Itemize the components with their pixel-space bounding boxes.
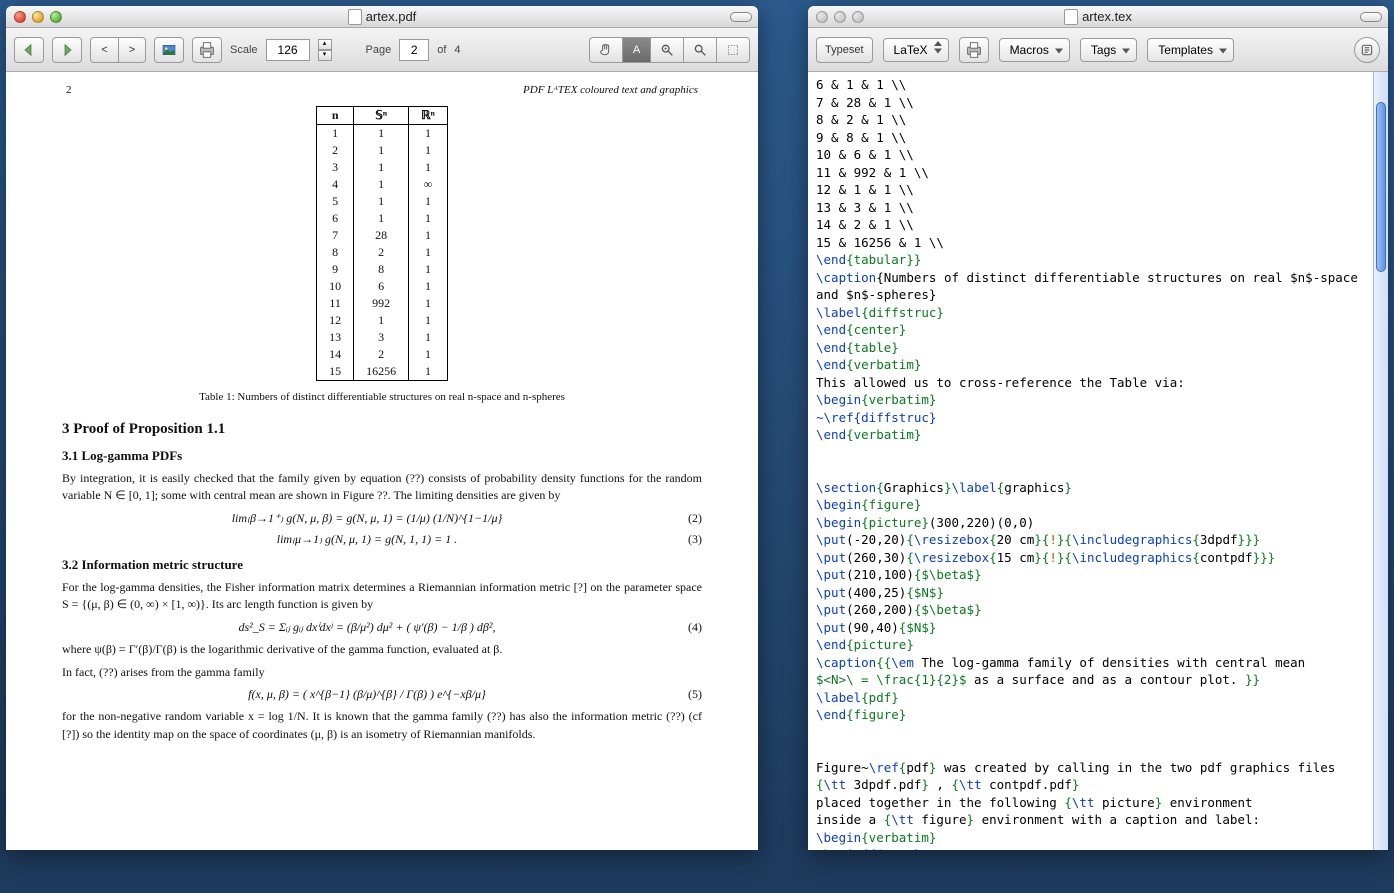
tags-dropdown[interactable]: Tags (1080, 38, 1137, 62)
equation-number: (4) (672, 620, 702, 635)
source-editor[interactable]: 6 & 1 & 1 \\ 7 & 28 & 1 \\ 8 & 2 & 1 \\ … (808, 72, 1388, 850)
window-title: artex.pdf (6, 9, 758, 25)
page-input[interactable] (399, 39, 429, 61)
titlebar[interactable]: artex.tex (808, 6, 1388, 28)
titlebar[interactable]: artex.pdf (6, 6, 758, 28)
pdf-toolbar: < > Scale ▴▾ Page of 4 A (6, 28, 758, 72)
paragraph: In fact, (??) arises from the gamma fami… (62, 664, 702, 681)
structures-table: n𝕊ⁿℝⁿ 11121131141∞5116117281821981106111… (316, 106, 448, 381)
prev-view-button[interactable]: < (90, 37, 118, 63)
subsection-heading: 3.2 Information metric structure (62, 557, 702, 573)
paragraph: By integration, it is easily checked tha… (62, 470, 702, 505)
toolbar-toggle-icon[interactable] (1360, 12, 1382, 22)
page-label: Page (366, 44, 392, 56)
typeset-button[interactable]: Typeset (816, 37, 873, 63)
scrollbar[interactable] (1373, 72, 1388, 850)
equation: lim₍β→1⁺₎ g(N, μ, β) = g(N, μ, 1) = (1/μ… (62, 511, 672, 526)
paragraph: for the non-negative random variable x =… (62, 708, 702, 743)
editor-toolbar: Typeset LaTeX Macros Tags Templates (808, 28, 1388, 72)
section-heading: 3 Proof of Proposition 1.1 (62, 421, 702, 438)
forward-button[interactable] (52, 37, 82, 63)
scale-stepper[interactable]: ▴▾ (318, 39, 332, 61)
pdf-content[interactable]: 2 PDF LᴬTEX coloured text and graphics n… (6, 72, 758, 850)
paragraph: For the log-gamma densities, the Fisher … (62, 579, 702, 614)
engine-dropdown[interactable]: LaTeX (883, 38, 949, 62)
scrollbar-thumb[interactable] (1376, 102, 1386, 272)
marquee-tool-button[interactable] (716, 37, 750, 63)
equation: lim₍μ→1₎ g(N, μ, 1) = g(N, 1, 1) = 1 . (62, 532, 672, 547)
back-button[interactable] (14, 37, 44, 63)
show-console-button[interactable] (1354, 37, 1380, 63)
nav-history-group: < > (90, 37, 146, 63)
close-icon[interactable] (816, 11, 828, 23)
window-title: artex.tex (808, 9, 1388, 25)
source-code[interactable]: 6 & 1 & 1 \\ 7 & 28 & 1 \\ 8 & 2 & 1 \\ … (816, 76, 1386, 850)
scale-input[interactable] (266, 39, 310, 61)
table-caption: Table 1: Numbers of distinct differentia… (62, 391, 702, 403)
print-button[interactable] (192, 37, 222, 63)
text-select-tool-button[interactable]: A (622, 37, 650, 63)
equation-number: (2) (672, 511, 702, 526)
equation-number: (3) (672, 532, 702, 547)
toolbar-toggle-icon[interactable] (730, 12, 752, 22)
print-button[interactable] (959, 37, 989, 63)
next-view-button[interactable]: > (118, 37, 146, 63)
total-pages: 4 (454, 44, 460, 56)
of-label: of (437, 44, 446, 56)
subsection-heading: 3.1 Log-gamma PDFs (62, 448, 702, 464)
document-icon (348, 9, 362, 25)
page-number: 2 (66, 84, 72, 96)
equation: f(x, μ, β) = ( x^{β−1} (β/μ)^{β} / Γ(β) … (62, 687, 672, 702)
thumbnail-button[interactable] (154, 37, 184, 63)
macros-dropdown[interactable]: Macros (999, 38, 1070, 62)
minimize-icon[interactable] (834, 11, 846, 23)
source-editor-window: artex.tex Typeset LaTeX Macros Tags Temp… (808, 6, 1388, 850)
running-head: PDF LᴬTEX coloured text and graphics (523, 84, 698, 96)
scale-label: Scale (230, 44, 258, 56)
zoom-icon[interactable] (852, 11, 864, 23)
magnify-tool-button[interactable] (650, 37, 683, 63)
paragraph: where ψ(β) = Γ′(β)/Γ(β) is the logarithm… (62, 641, 702, 658)
hand-tool-button[interactable] (589, 37, 622, 63)
document-icon (1064, 9, 1078, 25)
pdf-viewer-window: artex.pdf < > Scale ▴▾ Page of 4 A (6, 6, 758, 850)
templates-dropdown[interactable]: Templates (1147, 38, 1234, 62)
minimize-icon[interactable] (32, 11, 44, 23)
search-tool-button[interactable] (683, 37, 716, 63)
pdf-page: 2 PDF LᴬTEX coloured text and graphics n… (62, 80, 702, 779)
equation-number: (5) (672, 687, 702, 702)
tool-mode-group: A (589, 37, 750, 63)
equation: ds²_S = Σᵢⱼ gᵢⱼ dxⁱdxʲ = (β/μ²) dμ² + ( … (62, 620, 672, 635)
close-icon[interactable] (14, 11, 26, 23)
zoom-icon[interactable] (50, 11, 62, 23)
